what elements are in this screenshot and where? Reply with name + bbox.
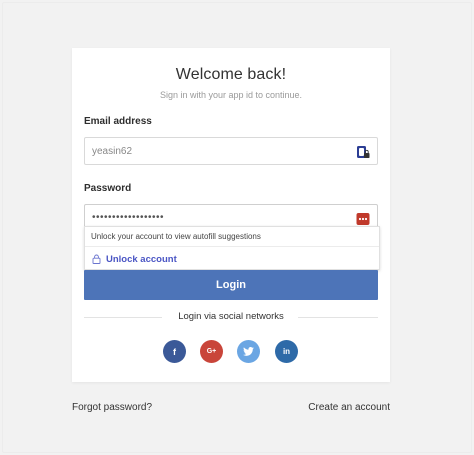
- autofill-hint: Unlock your account to view autofill sug…: [91, 232, 261, 241]
- unlock-account-label: Unlock account: [106, 253, 177, 265]
- password-input[interactable]: [92, 212, 342, 223]
- twitter-button[interactable]: [237, 340, 260, 363]
- autofill-divider: [85, 246, 379, 247]
- forgot-password-link[interactable]: Forgot password?: [72, 402, 152, 413]
- divider-line-right: [298, 317, 378, 318]
- social-divider: Login via social networks: [84, 311, 378, 323]
- password-label: Password: [84, 183, 132, 194]
- google-plus-icon: G+: [206, 348, 217, 355]
- page-subtitle: Sign in with your app id to continue.: [159, 90, 303, 100]
- facebook-icon: f: [173, 346, 176, 357]
- unlock-account-button[interactable]: Unlock account: [92, 251, 177, 267]
- linkedin-icon: in: [282, 347, 291, 356]
- create-account-link[interactable]: Create an account: [308, 402, 390, 413]
- email-input[interactable]: [92, 146, 342, 157]
- password-manager-dots-icon[interactable]: [356, 212, 370, 226]
- linkedin-button[interactable]: in: [275, 340, 298, 363]
- email-label: Email address: [84, 116, 152, 127]
- login-button[interactable]: Login: [84, 270, 378, 300]
- password-manager-lock-icon[interactable]: [356, 145, 370, 159]
- login-card: Welcome back! Sign in with your app id t…: [72, 48, 390, 382]
- google-plus-button[interactable]: G+: [200, 340, 223, 363]
- page-title: Welcome back!: [175, 66, 287, 83]
- autofill-dropdown: Unlock your account to view autofill sug…: [84, 226, 380, 270]
- lock-icon: [92, 254, 101, 264]
- facebook-button[interactable]: f: [163, 340, 186, 363]
- twitter-icon: [243, 347, 254, 356]
- email-field[interactable]: [84, 137, 378, 165]
